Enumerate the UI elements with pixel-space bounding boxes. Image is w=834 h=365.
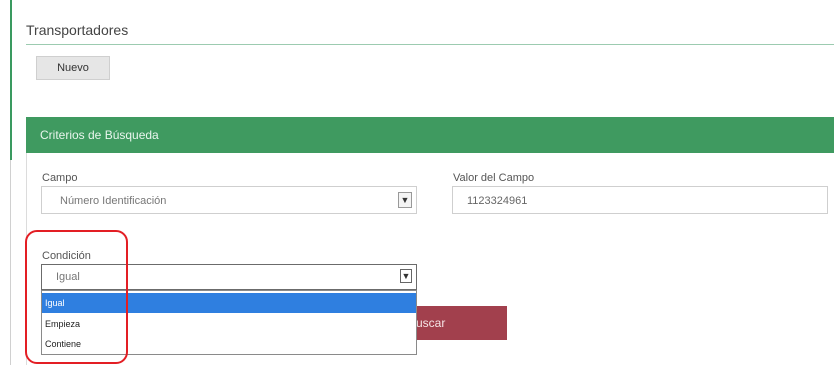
valor-input-value: 1123324961 bbox=[467, 195, 528, 207]
annotation-highlight bbox=[25, 230, 128, 364]
campo-label: Campo bbox=[42, 172, 78, 184]
title-divider bbox=[26, 44, 834, 45]
campo-select[interactable]: Número Identificación ▼ bbox=[41, 186, 417, 214]
valor-label: Valor del Campo bbox=[453, 172, 535, 184]
campo-select-value: Número Identificación bbox=[60, 195, 167, 207]
page: Transportadores Nuevo Criterios de Búsqu… bbox=[0, 0, 834, 365]
chevron-down-icon[interactable]: ▼ bbox=[398, 192, 412, 208]
left-accent-bar bbox=[10, 0, 12, 160]
chevron-down-icon[interactable]: ▼ bbox=[400, 269, 412, 283]
valor-input[interactable]: 1123324961 bbox=[452, 186, 828, 214]
search-criteria-header: Criterios de Búsqueda bbox=[26, 117, 834, 153]
new-button[interactable]: Nuevo bbox=[36, 56, 110, 80]
page-title: Transportadores bbox=[26, 22, 129, 38]
left-border bbox=[10, 160, 11, 365]
